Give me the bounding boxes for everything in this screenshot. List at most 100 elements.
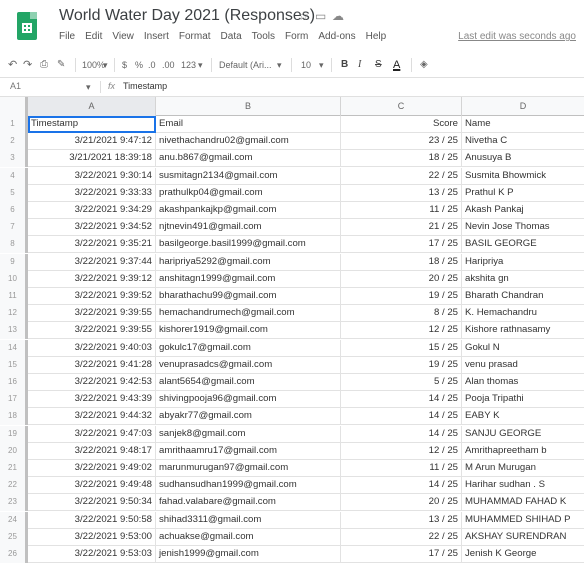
column-header-c[interactable]: C [341, 97, 462, 116]
row-number[interactable]: 25 [0, 528, 28, 546]
row-number[interactable]: 26 [0, 546, 28, 563]
email-cell[interactable]: susmitagn2134@gmail.com [156, 167, 341, 185]
name-cell[interactable]: Pooja Tripathi [462, 391, 584, 408]
row-number[interactable]: 21 [0, 460, 28, 477]
email-cell[interactable]: shihad3311@gmail.com [156, 511, 341, 529]
timestamp-cell[interactable]: 3/22/2021 9:39:52 [28, 288, 156, 305]
header-name-cell[interactable]: Name [462, 116, 584, 133]
row-number[interactable]: 10 [0, 270, 28, 288]
text-color-button[interactable]: A [393, 59, 400, 71]
score-cell[interactable]: 11 / 25 [341, 202, 462, 219]
paint-format-icon[interactable]: ✎ [57, 59, 65, 71]
redo-icon[interactable]: ↷ [23, 59, 32, 71]
score-cell[interactable]: 13 / 25 [341, 511, 462, 529]
email-cell[interactable]: haripriya5292@gmail.com [156, 253, 341, 271]
name-cell[interactable]: SANJU GEORGE [462, 426, 584, 443]
row-number[interactable]: 16 [0, 374, 28, 391]
score-cell[interactable]: 20 / 25 [341, 270, 462, 288]
score-cell[interactable]: 19 / 25 [341, 356, 462, 374]
bold-button[interactable]: B [341, 59, 348, 71]
email-cell[interactable]: alant5654@gmail.com [156, 374, 341, 391]
row-number[interactable]: 9 [0, 253, 28, 271]
name-cell[interactable]: MUHAMMAD FAHAD K [462, 494, 584, 511]
menu-help[interactable]: Help [366, 31, 387, 45]
name-cell[interactable]: Nevin Jose Thomas [462, 219, 584, 236]
row-number[interactable]: 22 [0, 477, 28, 495]
menu-addons[interactable]: Add-ons [318, 31, 355, 45]
score-cell[interactable]: 19 / 25 [341, 288, 462, 305]
email-cell[interactable]: hemachandrumech@gmail.com [156, 305, 341, 323]
font-size-select[interactable]: 10 [301, 59, 311, 71]
last-edit-link[interactable]: Last edit was seconds ago [458, 31, 576, 42]
header-timestamp-cell[interactable]: Timestamp [28, 116, 156, 133]
header-email-cell[interactable]: Email [156, 116, 341, 133]
select-all-corner[interactable] [0, 97, 28, 116]
score-cell[interactable]: 22 / 25 [341, 528, 462, 546]
currency-format-button[interactable]: $ [122, 59, 127, 71]
star-icon[interactable]: ☆ [298, 10, 309, 22]
font-size-chevron-down-icon[interactable]: ▾ [319, 59, 324, 71]
timestamp-cell[interactable]: 3/22/2021 9:30:14 [28, 167, 156, 185]
row-number[interactable]: 23 [0, 494, 28, 512]
row-number[interactable]: 24 [0, 511, 28, 529]
strikethrough-button[interactable]: S [375, 59, 382, 71]
row-number[interactable]: 6 [0, 202, 28, 219]
menu-data[interactable]: Data [221, 31, 242, 45]
menu-tools[interactable]: Tools [252, 31, 275, 45]
move-folder-icon[interactable]: ▭ [315, 10, 326, 22]
score-cell[interactable]: 12 / 25 [341, 322, 462, 340]
row-number[interactable]: 12 [0, 305, 28, 323]
timestamp-cell[interactable]: 3/22/2021 9:43:39 [28, 391, 156, 409]
timestamp-cell[interactable]: 3/22/2021 9:35:21 [28, 236, 156, 254]
name-cell[interactable]: Anusuya B [462, 150, 584, 167]
column-header-b[interactable]: B [156, 97, 341, 116]
name-cell[interactable]: Harihar sudhan . S [462, 477, 584, 494]
zoom-select[interactable]: 100% [82, 59, 105, 71]
name-cell[interactable]: Amrithapreetham b [462, 443, 584, 460]
row-number[interactable]: 19 [0, 425, 28, 443]
timestamp-cell[interactable]: 3/22/2021 9:34:29 [28, 202, 156, 219]
header-score-cell[interactable]: Score [341, 116, 462, 133]
number-format-select[interactable]: 123 [181, 59, 196, 71]
name-cell[interactable]: Prathul K P [462, 185, 584, 202]
menu-insert[interactable]: Insert [144, 31, 169, 45]
email-cell[interactable]: venuprasadcs@gmail.com [156, 356, 341, 374]
score-cell[interactable]: 13 / 25 [341, 184, 462, 202]
name-box-chevron-down-icon[interactable]: ▾ [86, 81, 91, 93]
timestamp-cell[interactable]: 3/22/2021 9:37:44 [28, 253, 156, 271]
sheets-logo-icon[interactable] [17, 12, 37, 40]
timestamp-cell[interactable]: 3/22/2021 9:49:48 [28, 477, 156, 495]
email-cell[interactable]: sudhansudhan1999@gmail.com [156, 477, 341, 495]
name-cell[interactable]: Alan thomas [462, 374, 584, 391]
document-title[interactable]: World Water Day 2021 (Responses) [59, 7, 315, 25]
row-number[interactable]: 2 [0, 133, 28, 151]
timestamp-cell[interactable]: 3/21/2021 9:47:12 [28, 133, 156, 151]
timestamp-cell[interactable]: 3/22/2021 9:34:52 [28, 219, 156, 237]
timestamp-cell[interactable]: 3/22/2021 9:41:28 [28, 356, 156, 374]
menu-form[interactable]: Form [285, 31, 308, 45]
increase-decimal-button[interactable]: .00 [162, 59, 175, 71]
score-cell[interactable]: 17 / 25 [341, 546, 462, 563]
score-cell[interactable]: 12 / 25 [341, 442, 462, 460]
row-number[interactable]: 13 [0, 322, 28, 340]
menu-file[interactable]: File [59, 31, 75, 45]
score-cell[interactable]: 18 / 25 [341, 150, 462, 168]
email-cell[interactable]: sanjek8@gmail.com [156, 425, 341, 443]
column-header-a[interactable]: A [28, 97, 156, 116]
row-number[interactable]: 15 [0, 356, 28, 374]
fill-color-icon[interactable]: ◈ [420, 59, 428, 71]
row-number[interactable]: 8 [0, 236, 28, 254]
name-box[interactable]: A1 [10, 81, 21, 91]
percent-format-button[interactable]: % [135, 59, 143, 71]
score-cell[interactable]: 18 / 25 [341, 253, 462, 271]
undo-icon[interactable]: ↶ [8, 59, 17, 71]
timestamp-cell[interactable]: 3/22/2021 9:44:32 [28, 408, 156, 426]
score-cell[interactable]: 21 / 25 [341, 219, 462, 237]
email-cell[interactable]: achuakse@gmail.com [156, 528, 341, 546]
email-cell[interactable]: marunmurugan97@gmail.com [156, 460, 341, 477]
timestamp-cell[interactable]: 3/22/2021 9:42:53 [28, 374, 156, 391]
name-cell[interactable]: Nivetha C [462, 133, 584, 150]
name-cell[interactable]: venu prasad [462, 357, 584, 374]
timestamp-cell[interactable]: 3/22/2021 9:53:00 [28, 528, 156, 546]
timestamp-cell[interactable]: 3/22/2021 9:50:34 [28, 494, 156, 512]
